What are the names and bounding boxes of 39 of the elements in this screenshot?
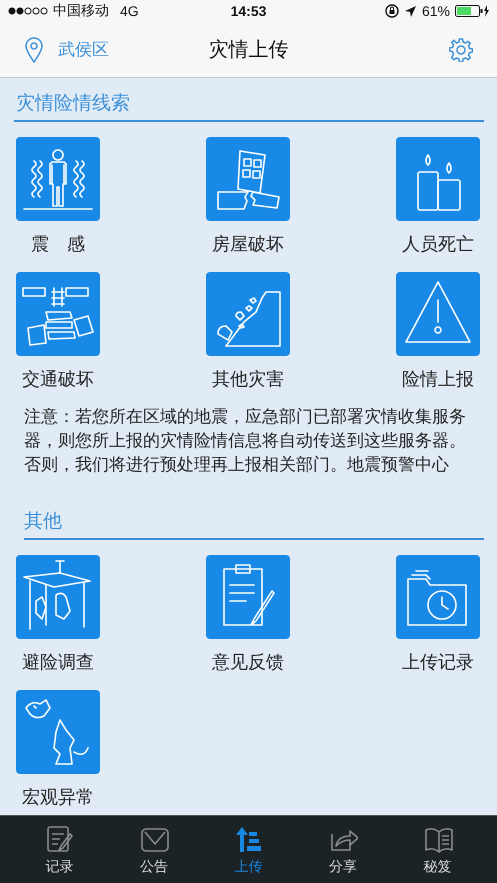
rotation-lock-icon [384, 4, 399, 18]
candles-icon [396, 137, 480, 221]
category-button[interactable]: 人员死亡 [396, 137, 480, 256]
carrier-name: 中国移动 [53, 2, 109, 20]
category-button[interactable]: 交通破坏 [16, 272, 100, 391]
category-button[interactable]: 宏观异常 [16, 690, 100, 809]
category-button[interactable]: 险情上报 [396, 272, 480, 391]
vibrating-person-icon [16, 137, 100, 221]
tab-button[interactable]: 公告 [106, 816, 202, 883]
map-pin-icon [24, 36, 44, 62]
clock-time: 14:53 [230, 3, 266, 19]
category-button[interactable]: 其他灾害 [206, 272, 290, 391]
collapsed-building-icon [206, 137, 290, 221]
signal-strength-icon [8, 6, 48, 16]
category-button[interactable]: 房屋破坏 [206, 137, 290, 256]
clipboard-icon [206, 555, 290, 639]
shelter-drawing-icon [16, 555, 100, 639]
damaged-railway-icon [16, 272, 100, 356]
section-title: 其他 [24, 511, 62, 532]
settings-button[interactable] [449, 38, 473, 62]
battery-percent: 61% [422, 3, 450, 19]
page-title: 灾情上传 [208, 38, 288, 63]
warning-icon [396, 272, 480, 356]
section-title: 灾情险情线索 [16, 93, 130, 114]
tab-button[interactable]: 秘笈 [390, 816, 485, 883]
network-type: 4G [120, 3, 139, 19]
category-button[interactable]: 上传记录 [396, 555, 480, 674]
folder-clock-icon [396, 555, 480, 639]
category-button[interactable]: 意见反馈 [206, 555, 290, 674]
battery-charging-icon [455, 5, 489, 17]
notepad-icon [44, 824, 74, 854]
location-arrow-icon [404, 4, 417, 18]
notice-text: 注意：若您所在区域的地震，应急部门已部署灾情收集服务器，则您所上报的灾情险情信息将自动传送到这些服务器。否则，我们将进行预处理再上报相关部门。地震预警中心 [24, 406, 467, 476]
category-button[interactable]: 震 感 [16, 137, 100, 256]
landslide-icon [206, 272, 290, 356]
tab-button[interactable]: 上传 [201, 816, 296, 883]
tab-button[interactable]: 记录 [12, 816, 107, 883]
tab-button[interactable]: 分享 [296, 816, 390, 883]
category-button[interactable]: 避险调查 [16, 555, 100, 674]
